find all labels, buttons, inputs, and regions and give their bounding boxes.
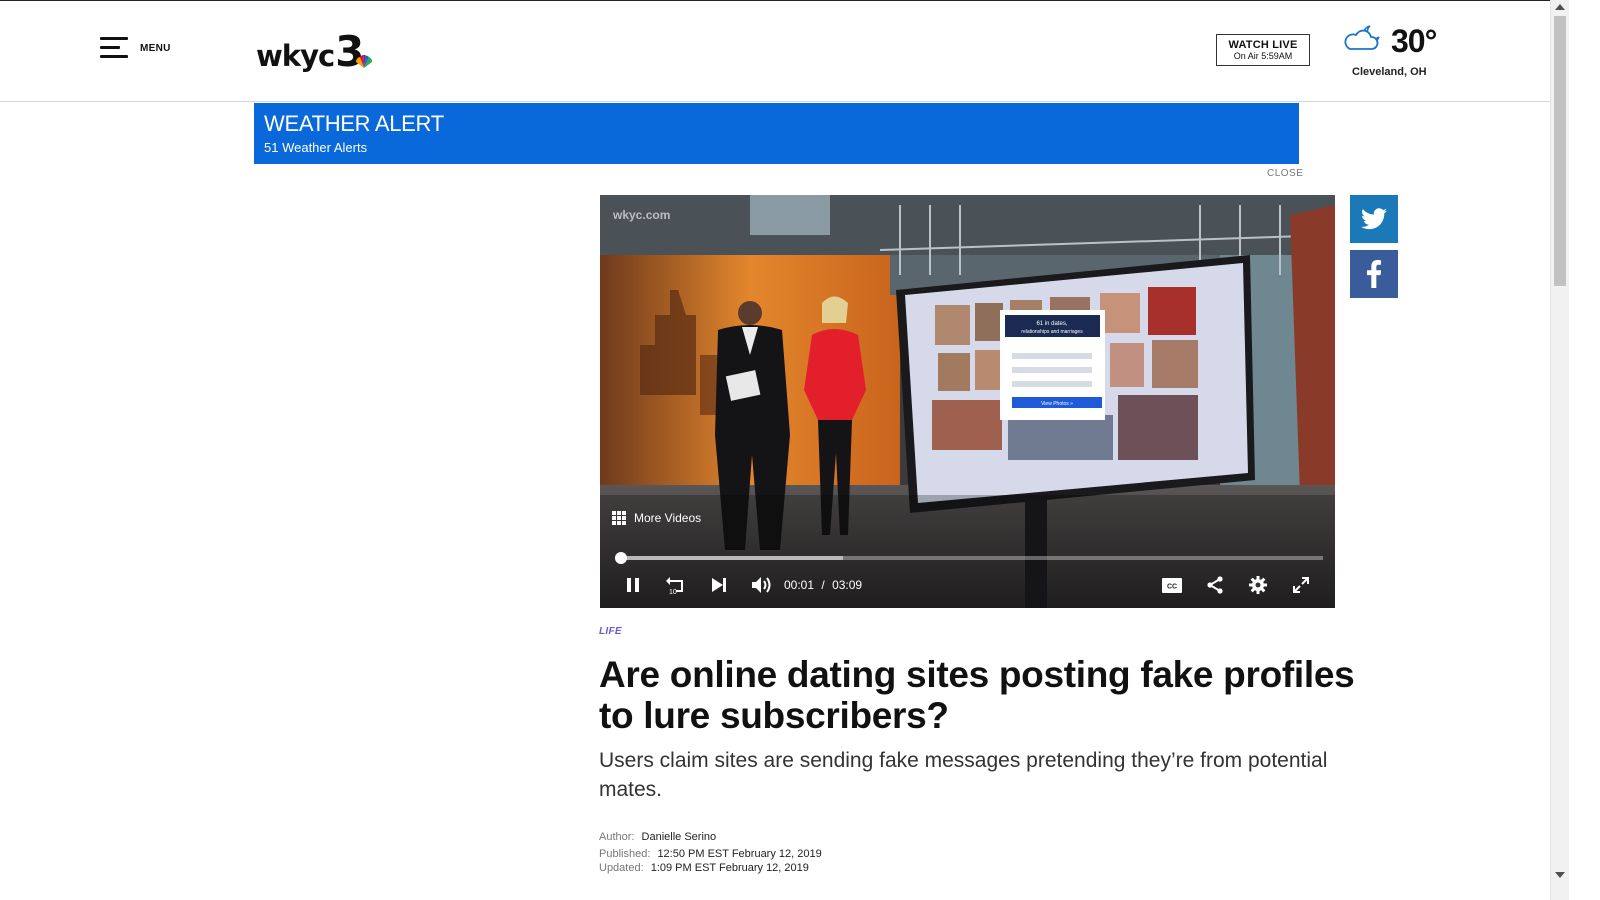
article-category-link[interactable]: LIFE: [599, 626, 622, 637]
replay-10-button[interactable]: 10: [664, 570, 690, 600]
published-label: Published:: [599, 848, 651, 860]
more-videos-label: More Videos: [634, 511, 702, 525]
more-videos-button[interactable]: More Videos: [612, 511, 701, 525]
video-progress-bar[interactable]: [614, 552, 1323, 564]
hamburger-icon: [100, 36, 128, 60]
published-date: 12:50 PM EST February 12, 2019: [657, 848, 822, 860]
progress-scrubber[interactable]: [614, 552, 627, 564]
logo-wordmark: wkyc: [256, 39, 335, 73]
pause-button[interactable]: [622, 570, 644, 600]
grid-icon: [612, 511, 626, 525]
alert-close-button[interactable]: CLOSE: [1267, 168, 1303, 179]
progress-buffered: [617, 556, 843, 560]
facebook-icon: [1367, 260, 1381, 288]
article-headline: Are online dating sites posting fake pro…: [599, 654, 1355, 736]
screen-title-line2: relationships and marriages: [1021, 329, 1083, 335]
pause-icon: [627, 578, 639, 592]
menu-button[interactable]: MENU: [100, 36, 171, 60]
weather-city: Cleveland, OH: [1352, 66, 1427, 78]
nbc-peacock-icon: [356, 55, 373, 68]
volume-button[interactable]: [750, 570, 774, 600]
twitter-icon: [1361, 208, 1387, 230]
weather-alert-banner[interactable]: WEATHER ALERT 51 Weather Alerts: [254, 103, 1299, 164]
article-author: Author: Danielle Serino: [599, 831, 716, 843]
updated-label: Updated:: [599, 862, 644, 874]
watch-live-subtitle: On Air 5:59AM: [1233, 51, 1293, 61]
volume-icon: [752, 577, 771, 593]
video-time: 00:01 / 03:09: [784, 578, 862, 592]
scroll-down-arrow-icon[interactable]: [1555, 872, 1565, 878]
author-name[interactable]: Danielle Serino: [642, 831, 717, 843]
settings-button[interactable]: [1247, 570, 1269, 600]
video-current-time: 00:01: [784, 578, 815, 592]
svg-text:10: 10: [669, 589, 677, 595]
replay-10-icon: 10: [666, 577, 683, 595]
watch-live-button[interactable]: WATCH LIVE On Air 5:59AM: [1216, 34, 1310, 66]
article-published: Published: 12:50 PM EST February 12, 201…: [599, 848, 822, 860]
time-separator: /: [821, 578, 825, 592]
weather-alert-title: WEATHER ALERT: [264, 111, 444, 136]
settings-icon: [1249, 576, 1267, 594]
author-label: Author:: [599, 831, 635, 843]
article-subheadline: Users claim sites are sending fake messa…: [599, 749, 1328, 801]
share-button[interactable]: [1204, 570, 1226, 600]
menu-label: MENU: [140, 42, 171, 54]
closed-captions-button[interactable]: CC: [1161, 570, 1183, 600]
video-frame: 61 in dates, relationships and marriages…: [600, 195, 1335, 608]
fullscreen-icon: [1293, 577, 1309, 593]
twitter-share-button[interactable]: [1350, 195, 1398, 243]
skip-next-icon: [712, 578, 726, 592]
video-controls: 10 00:01 / 03:09 CC: [600, 570, 1335, 600]
updated-date: 1:09 PM EST February 12, 2019: [650, 862, 809, 874]
site-header: MENU wkyc 3 WATCH LIVE On Air 5:59AM 30°…: [0, 1, 1550, 102]
page-scrollbar[interactable]: [1550, 0, 1569, 900]
weather-temperature: 30°: [1391, 23, 1437, 59]
facebook-share-button[interactable]: [1350, 250, 1398, 298]
closed-captions-icon: CC: [1162, 577, 1182, 593]
skip-next-button[interactable]: [708, 570, 730, 600]
video-duration: 03:09: [832, 578, 863, 592]
article-updated: Updated: 1:09 PM EST February 12, 2019: [599, 862, 809, 874]
weather-alert-count: 51 Weather Alerts: [264, 140, 368, 155]
screen-button-label: View Photos »: [1041, 401, 1073, 407]
video-watermark: wkyc.com: [613, 208, 671, 222]
partly-cloudy-night-icon: [1344, 25, 1380, 50]
share-icon: [1207, 576, 1223, 594]
screen-title-line1: 61 in dates,: [1036, 321, 1067, 327]
video-player[interactable]: 61 in dates, relationships and marriages…: [600, 195, 1335, 608]
scrollbar-thumb[interactable]: [1554, 16, 1566, 286]
watch-live-title: WATCH LIVE: [1228, 39, 1298, 51]
site-logo[interactable]: wkyc 3: [256, 27, 374, 73]
svg-text:CC: CC: [1167, 583, 1177, 590]
fullscreen-button[interactable]: [1290, 570, 1312, 600]
scroll-up-arrow-icon[interactable]: [1555, 4, 1565, 10]
weather-widget[interactable]: 30° Cleveland, OH: [1340, 19, 1444, 81]
